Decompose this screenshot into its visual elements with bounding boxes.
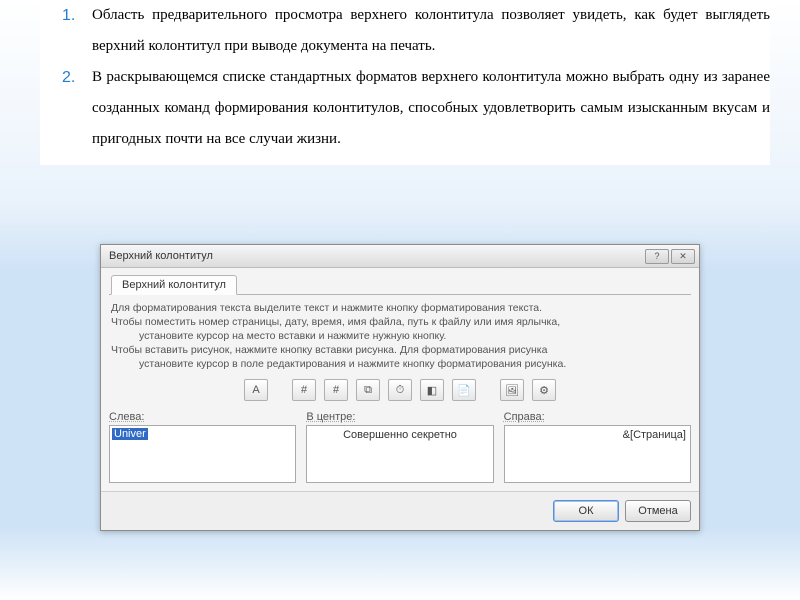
section-columns: Слева: Univer В центре: Совершенно секре…	[109, 411, 691, 483]
format-picture-button[interactable]: ⚙	[532, 379, 556, 401]
ok-button[interactable]: ОК	[553, 500, 619, 522]
insert-toolbar: A # # ⧉ ⏱ ◧ 📄 🖼 ⚙	[109, 379, 691, 401]
filepath-button[interactable]: ◧	[420, 379, 444, 401]
close-button[interactable]: ✕	[671, 249, 695, 264]
help-line: Чтобы вставить рисунок, нажмите кнопку в…	[111, 344, 547, 356]
right-section-input[interactable]: &[Страница]	[504, 425, 691, 483]
dialog-body: Верхний колонтитул Для форматирования те…	[101, 268, 699, 491]
selected-text: Univer	[112, 428, 148, 440]
dialog-footer: ОК Отмена	[101, 491, 699, 530]
page-number-button[interactable]: #	[292, 379, 316, 401]
dialog-help-text: Для форматирования текста выделите текст…	[111, 301, 689, 371]
header-footer-dialog: Верхний колонтитул ? ✕ Верхний колонтиту…	[100, 244, 700, 531]
numbered-list: Область предварительного просмотра верхн…	[40, 0, 770, 155]
center-section-input[interactable]: Совершенно секретно	[306, 425, 493, 483]
right-section: Справа: &[Страница]	[504, 411, 691, 483]
date-button[interactable]: ⧉	[356, 379, 380, 401]
dialog-title: Верхний колонтитул	[109, 250, 643, 262]
slide-page: Область предварительного просмотра верхн…	[0, 0, 800, 600]
tab-header[interactable]: Верхний колонтитул	[111, 275, 237, 295]
tab-strip: Верхний колонтитул	[109, 272, 691, 295]
insert-picture-button[interactable]: 🖼	[500, 379, 524, 401]
time-button[interactable]: ⏱	[388, 379, 412, 401]
format-text-button[interactable]: A	[244, 379, 268, 401]
document-text-block: Область предварительного просмотра верхн…	[40, 0, 770, 165]
right-section-label: Справа:	[504, 411, 545, 423]
list-item: Область предварительного просмотра верхн…	[92, 0, 770, 62]
help-button[interactable]: ?	[645, 249, 669, 264]
left-section-input[interactable]: Univer	[109, 425, 296, 483]
center-section: В центре: Совершенно секретно	[306, 411, 493, 483]
left-section: Слева: Univer	[109, 411, 296, 483]
help-line: установите курсор на место вставки и наж…	[111, 329, 689, 343]
total-pages-button[interactable]: #	[324, 379, 348, 401]
list-item: В раскрывающемся списке стандартных форм…	[92, 62, 770, 155]
cancel-button[interactable]: Отмена	[625, 500, 691, 522]
help-line: Для форматирования текста выделите текст…	[111, 302, 542, 314]
left-section-label: Слева:	[109, 411, 144, 423]
help-line: установите курсор в поле редактирования …	[111, 357, 689, 371]
help-line: Чтобы поместить номер страницы, дату, вр…	[111, 316, 560, 328]
dialog-titlebar[interactable]: Верхний колонтитул ? ✕	[101, 245, 699, 268]
center-section-label: В центре:	[306, 411, 355, 423]
filename-button[interactable]: 📄	[452, 379, 476, 401]
